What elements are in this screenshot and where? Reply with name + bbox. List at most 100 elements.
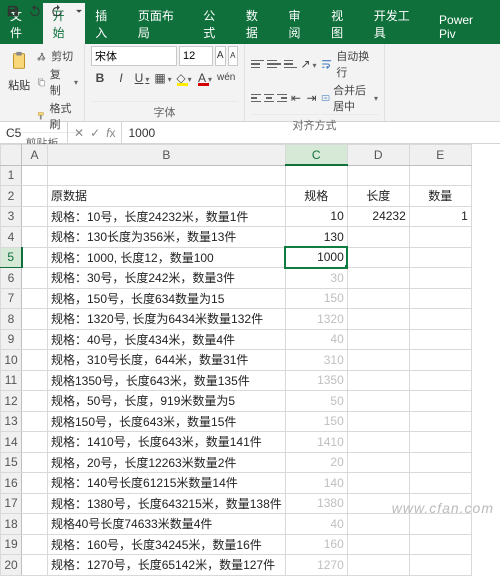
cell-B11[interactable]: 规格1350号，长度643米，数量135件 — [48, 370, 286, 391]
cell-C3[interactable]: 10 — [285, 206, 347, 227]
bold-button[interactable]: B — [91, 69, 109, 87]
increase-font-button[interactable]: A — [215, 46, 226, 66]
tab-review[interactable]: 审阅 — [278, 3, 321, 44]
cell-E13[interactable] — [409, 411, 471, 432]
cell-E8[interactable] — [409, 309, 471, 330]
cell-D16[interactable] — [347, 473, 409, 494]
cancel-icon[interactable]: ✕ — [74, 126, 84, 140]
indent-dec-button[interactable]: ⇤ — [290, 89, 303, 107]
col-header-B[interactable]: B — [48, 145, 286, 166]
row-header-6[interactable]: 6 — [1, 268, 22, 289]
select-all-corner[interactable] — [1, 145, 22, 166]
cell-D10[interactable] — [347, 350, 409, 371]
cell-A1[interactable] — [22, 165, 48, 186]
row-header-10[interactable]: 10 — [1, 350, 22, 371]
cell-B4[interactable]: 规格：130长度为356米，数量13件 — [48, 227, 286, 248]
cell-B18[interactable]: 规格40号长度74633米数量4件 — [48, 514, 286, 535]
cell-E10[interactable] — [409, 350, 471, 371]
phonetic-button[interactable]: wén — [217, 69, 235, 87]
cut-button[interactable]: 剪切 — [36, 48, 78, 64]
col-header-E[interactable]: E — [409, 145, 471, 166]
align-bot-button[interactable] — [284, 57, 297, 71]
cell-B1[interactable] — [48, 165, 286, 186]
align-right-button[interactable] — [277, 91, 287, 105]
cell-D6[interactable] — [347, 268, 409, 289]
redo-icon[interactable] — [50, 4, 64, 18]
cell-E15[interactable] — [409, 452, 471, 473]
row-header-20[interactable]: 20 — [1, 555, 22, 576]
font-name-input[interactable] — [91, 46, 177, 66]
cell-A2[interactable] — [22, 186, 48, 207]
row-header-17[interactable]: 17 — [1, 493, 22, 514]
cell-E7[interactable] — [409, 288, 471, 309]
cell-B10[interactable]: 规格，310号长度，644米，数量31件 — [48, 350, 286, 371]
cell-C13[interactable]: 150 — [285, 411, 347, 432]
underline-button[interactable]: U▾ — [133, 69, 151, 87]
decrease-font-button[interactable]: A — [228, 46, 239, 66]
cell-C6[interactable]: 30 — [285, 268, 347, 289]
row-header-14[interactable]: 14 — [1, 432, 22, 453]
cell-B9[interactable]: 规格：40号，长度434米，数量4件 — [48, 329, 286, 350]
align-top-button[interactable] — [251, 57, 264, 71]
cell-D19[interactable] — [347, 534, 409, 555]
row-header-19[interactable]: 19 — [1, 534, 22, 555]
tab-data[interactable]: 数据 — [236, 3, 279, 44]
copy-button[interactable]: 复制▾ — [36, 66, 78, 98]
cell-D1[interactable] — [347, 165, 409, 186]
cell-A18[interactable] — [22, 514, 48, 535]
cell-E2[interactable]: 数量 — [409, 186, 471, 207]
cell-A6[interactable] — [22, 268, 48, 289]
cell-A17[interactable] — [22, 493, 48, 514]
row-header-5[interactable]: 5 — [1, 247, 22, 268]
tab-dev[interactable]: 开发工具 — [364, 3, 429, 44]
name-box[interactable]: C5 — [0, 122, 68, 144]
cell-C19[interactable]: 160 — [285, 534, 347, 555]
row-header-2[interactable]: 2 — [1, 186, 22, 207]
row-header-12[interactable]: 12 — [1, 391, 22, 412]
cell-B15[interactable]: 规格，20号，长度12263米数量2件 — [48, 452, 286, 473]
tab-formulas[interactable]: 公式 — [193, 3, 236, 44]
cell-D15[interactable] — [347, 452, 409, 473]
cell-A11[interactable] — [22, 370, 48, 391]
fx-icon[interactable]: fx — [106, 126, 115, 140]
cell-A5[interactable] — [22, 247, 48, 268]
cell-E3[interactable]: 1 — [409, 206, 471, 227]
font-size-input[interactable] — [179, 46, 213, 66]
cell-A16[interactable] — [22, 473, 48, 494]
cell-D18[interactable] — [347, 514, 409, 535]
cell-E16[interactable] — [409, 473, 471, 494]
cell-D14[interactable] — [347, 432, 409, 453]
cell-A10[interactable] — [22, 350, 48, 371]
cell-B6[interactable]: 规格：30号，长度242米，数量3件 — [48, 268, 286, 289]
cell-B14[interactable]: 规格：1410号，长度643米，数量141件 — [48, 432, 286, 453]
cell-E9[interactable] — [409, 329, 471, 350]
cell-B7[interactable]: 规格，150号，长度634数量为15 — [48, 288, 286, 309]
enter-icon[interactable]: ✓ — [90, 126, 100, 140]
cell-A8[interactable] — [22, 309, 48, 330]
align-left-button[interactable] — [251, 91, 261, 105]
cell-E12[interactable] — [409, 391, 471, 412]
merge-center-button[interactable]: 合并后居中▾ — [321, 82, 378, 114]
row-header-1[interactable]: 1 — [1, 165, 22, 186]
cell-D3[interactable]: 24232 — [347, 206, 409, 227]
cell-C12[interactable]: 50 — [285, 391, 347, 412]
row-header-3[interactable]: 3 — [1, 206, 22, 227]
col-header-D[interactable]: D — [347, 145, 409, 166]
italic-button[interactable]: I — [112, 69, 130, 87]
indent-inc-button[interactable]: ⇥ — [305, 89, 318, 107]
cell-A7[interactable] — [22, 288, 48, 309]
cell-A13[interactable] — [22, 411, 48, 432]
cell-B17[interactable]: 规格：1380号，长度643215米，数量138件 — [48, 493, 286, 514]
row-header-9[interactable]: 9 — [1, 329, 22, 350]
cell-B13[interactable]: 规格150号，长度643米，数量15件 — [48, 411, 286, 432]
tab-pivot[interactable]: Power Piv — [429, 9, 500, 44]
row-header-13[interactable]: 13 — [1, 411, 22, 432]
cell-D5[interactable] — [347, 247, 409, 268]
cell-C2[interactable]: 规格 — [285, 186, 347, 207]
cell-E1[interactable] — [409, 165, 471, 186]
font-color-button[interactable]: A▾ — [196, 69, 214, 87]
orientation-button[interactable]: ↗▾ — [300, 55, 317, 73]
cell-C11[interactable]: 1350 — [285, 370, 347, 391]
col-header-C[interactable]: C — [285, 145, 347, 166]
save-icon[interactable] — [6, 4, 20, 18]
